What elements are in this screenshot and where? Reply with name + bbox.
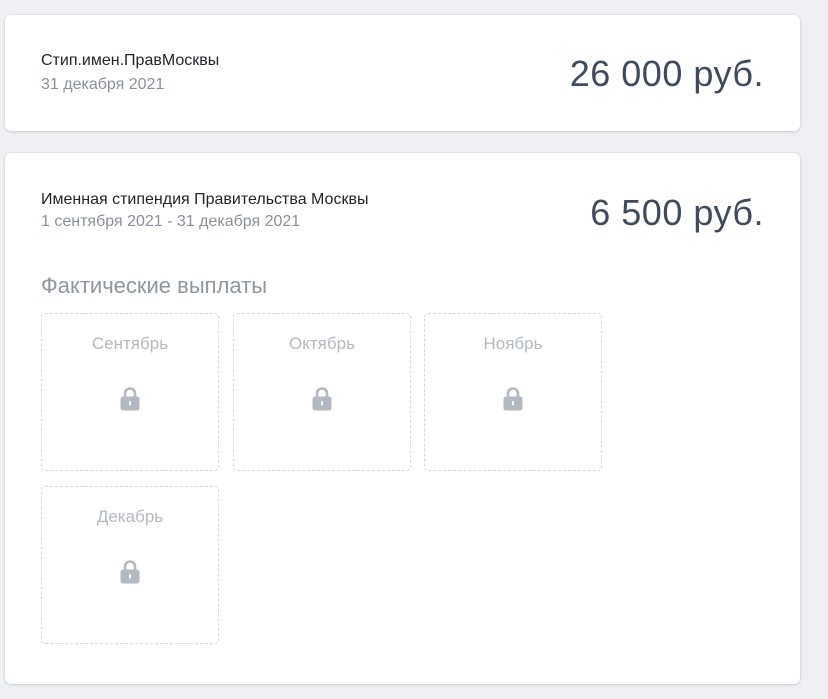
lock-icon bbox=[503, 387, 523, 411]
month-label: Октябрь bbox=[289, 334, 355, 353]
scholarship-amount: 26 000 руб. bbox=[569, 53, 764, 94]
scholarship-card: Стип.имен.ПравМосквы 31 декабря 2021 26 … bbox=[5, 15, 800, 131]
scholarship-title: Именная стипендия Правительства Москвы bbox=[41, 191, 369, 208]
lock-icon bbox=[312, 387, 332, 411]
actual-payments-heading: Фактические выплаты bbox=[41, 273, 268, 298]
month-tile-december: Декабрь bbox=[41, 486, 219, 644]
scholarship-amount: 6 500 руб. bbox=[590, 192, 764, 233]
month-tile-september: Сентябрь bbox=[41, 313, 219, 471]
month-label: Декабрь bbox=[96, 507, 164, 526]
scholarship-date: 31 декабря 2021 bbox=[41, 76, 165, 93]
lock-icon bbox=[120, 560, 140, 584]
scholarship-period: 1 сентября 2021 - 31 декабря 2021 bbox=[41, 213, 301, 230]
lock-icon bbox=[120, 387, 140, 411]
month-label: Сентябрь bbox=[91, 334, 169, 353]
scholarship-title: Стип.имен.ПравМосквы bbox=[41, 52, 220, 69]
month-tile-october: Октябрь bbox=[233, 313, 411, 471]
month-tile-november: Ноябрь bbox=[424, 313, 602, 471]
scholarship-card: Именная стипендия Правительства Москвы 1… bbox=[5, 153, 800, 684]
month-label: Ноябрь bbox=[483, 334, 543, 353]
